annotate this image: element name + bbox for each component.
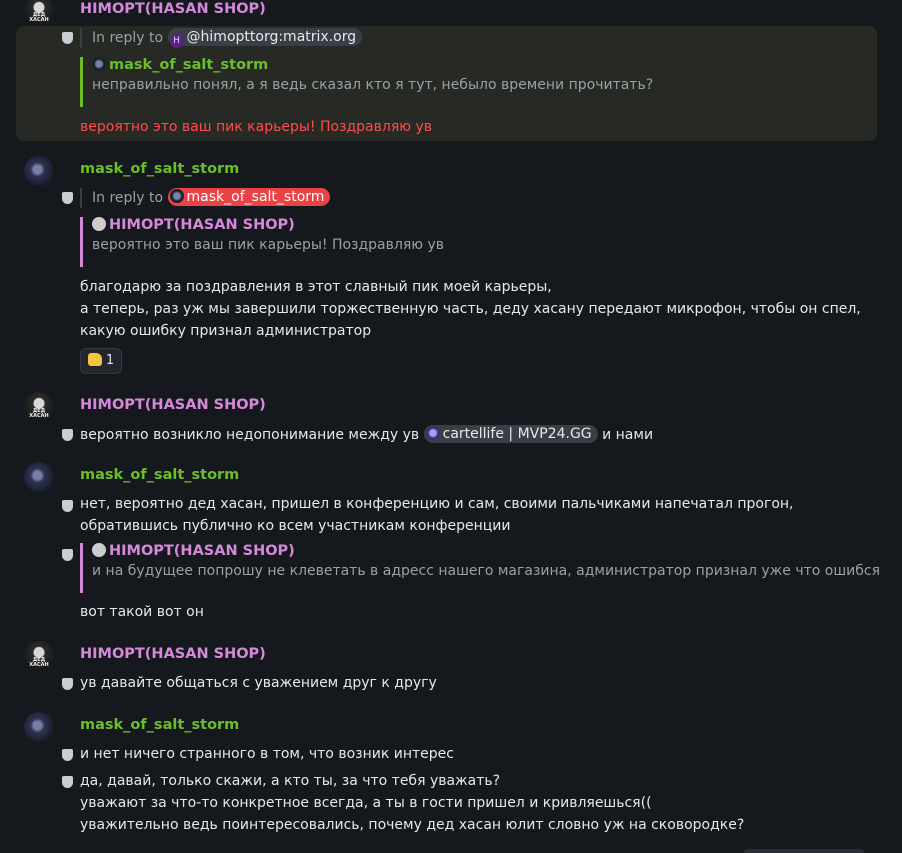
message-body-line: нет, вероятно дед хасан, пришел в конфер… xyxy=(80,496,794,512)
shield-icon xyxy=(62,776,73,788)
message-body-line: какую ошибку признал администратор xyxy=(80,323,372,339)
quote-text: и на будущее попрошу не клеветать в адре… xyxy=(92,563,881,579)
reaction-thumbs-up[interactable]: 1 xyxy=(80,348,122,374)
thumbs-up-icon xyxy=(87,353,102,366)
reply-header: In reply to H @himopttorg:matrix.org xyxy=(80,28,363,48)
shield-icon xyxy=(62,429,73,441)
avatar[interactable] xyxy=(24,392,54,422)
user-avatar-mini xyxy=(425,426,440,440)
message-body-line: обратившись публично ко всем участникам … xyxy=(80,518,511,534)
message-body-line: а теперь, раз уж мы завершили торжествен… xyxy=(80,301,861,317)
avatar[interactable] xyxy=(24,0,54,26)
sender-name[interactable]: НІМОРТ(HASAN SHOP) xyxy=(80,397,266,413)
sender-name[interactable]: НІМОРТ(HASAN SHOP) xyxy=(80,1,266,17)
message-text: вероятно возникло недопонимание между ув xyxy=(80,427,420,443)
avatar[interactable] xyxy=(24,641,54,671)
avatar[interactable] xyxy=(24,462,54,492)
avatar[interactable] xyxy=(24,712,54,742)
sender-name[interactable]: mask_of_salt_storm xyxy=(80,717,239,733)
quote-sender: НІМОРТ(HASAN SHOP) xyxy=(109,217,295,233)
sender-name[interactable]: mask_of_salt_storm xyxy=(80,467,239,483)
message-text: и нами xyxy=(602,427,654,443)
jump-to-bottom-bar[interactable] xyxy=(744,849,864,853)
message-body-line: уважают за что-то конкретное всегда, а т… xyxy=(80,795,652,811)
quote-text: неправильно понял, а я ведь сказал кто я… xyxy=(92,77,654,93)
reply-target-pill[interactable]: H @himopttorg:matrix.org xyxy=(167,28,363,48)
quote-sender: mask_of_salt_storm xyxy=(109,57,269,73)
reaction-count: 1 xyxy=(105,353,115,368)
reply-prefix: In reply to xyxy=(92,190,164,206)
quote-text: вероятно это ваш пик карьеры! Поздравляю… xyxy=(92,237,445,253)
message-body-line: да, давай, только скажи, а кто ты, за чт… xyxy=(80,773,501,789)
user-avatar-mini xyxy=(169,189,184,203)
shield-icon xyxy=(62,549,73,561)
shield-icon xyxy=(62,32,73,44)
quoted-message[interactable]: НІМОРТ(HASAN SHOP) и на будущее попрошу … xyxy=(80,543,880,593)
message-body: вот такой вот он xyxy=(80,604,204,620)
shield-icon xyxy=(62,678,73,690)
message-body-line: уважительно ведь поинтересовались, почем… xyxy=(80,817,745,833)
reply-target-name: mask_of_salt_storm xyxy=(186,189,325,205)
message-body: вероятно возникло недопонимание между ув… xyxy=(80,425,653,443)
avatar xyxy=(92,57,106,71)
reply-target-pill[interactable]: mask_of_salt_storm xyxy=(167,188,331,206)
message-body: и нет ничего странного в том, что возник… xyxy=(80,746,454,762)
quoted-message[interactable]: mask_of_salt_storm неправильно понял, а … xyxy=(80,57,653,107)
sender-name[interactable]: НІМОРТ(HASAN SHOP) xyxy=(80,646,266,662)
user-avatar-mini xyxy=(92,217,106,231)
shield-icon xyxy=(62,500,73,512)
reply-header: In reply to mask_of_salt_storm xyxy=(80,188,331,208)
shield-icon xyxy=(62,749,73,761)
message-body: вероятно это ваш пик карьеры! Поздравляю… xyxy=(80,119,433,135)
shield-icon xyxy=(62,192,73,204)
message-body: ув давайте общаться с уважением друг к д… xyxy=(80,675,437,691)
quote-sender: НІМОРТ(HASAN SHOP) xyxy=(109,543,295,559)
avatar[interactable] xyxy=(24,156,54,186)
reply-prefix: In reply to xyxy=(92,30,164,46)
mention-name: cartellife | MVP24.GG xyxy=(442,426,592,442)
message-body-line: благодарю за поздравления в этот славный… xyxy=(80,279,552,295)
user-initial-avatar: H xyxy=(169,34,184,48)
mention-pill[interactable]: cartellife | MVP24.GG xyxy=(423,425,598,443)
sender-name[interactable]: mask_of_salt_storm xyxy=(80,161,239,177)
user-avatar-mini xyxy=(92,543,106,557)
quoted-message[interactable]: НІМОРТ(HASAN SHOP) вероятно это ваш пик … xyxy=(80,217,444,267)
reply-target-name: @himopttorg:matrix.org xyxy=(186,29,357,45)
